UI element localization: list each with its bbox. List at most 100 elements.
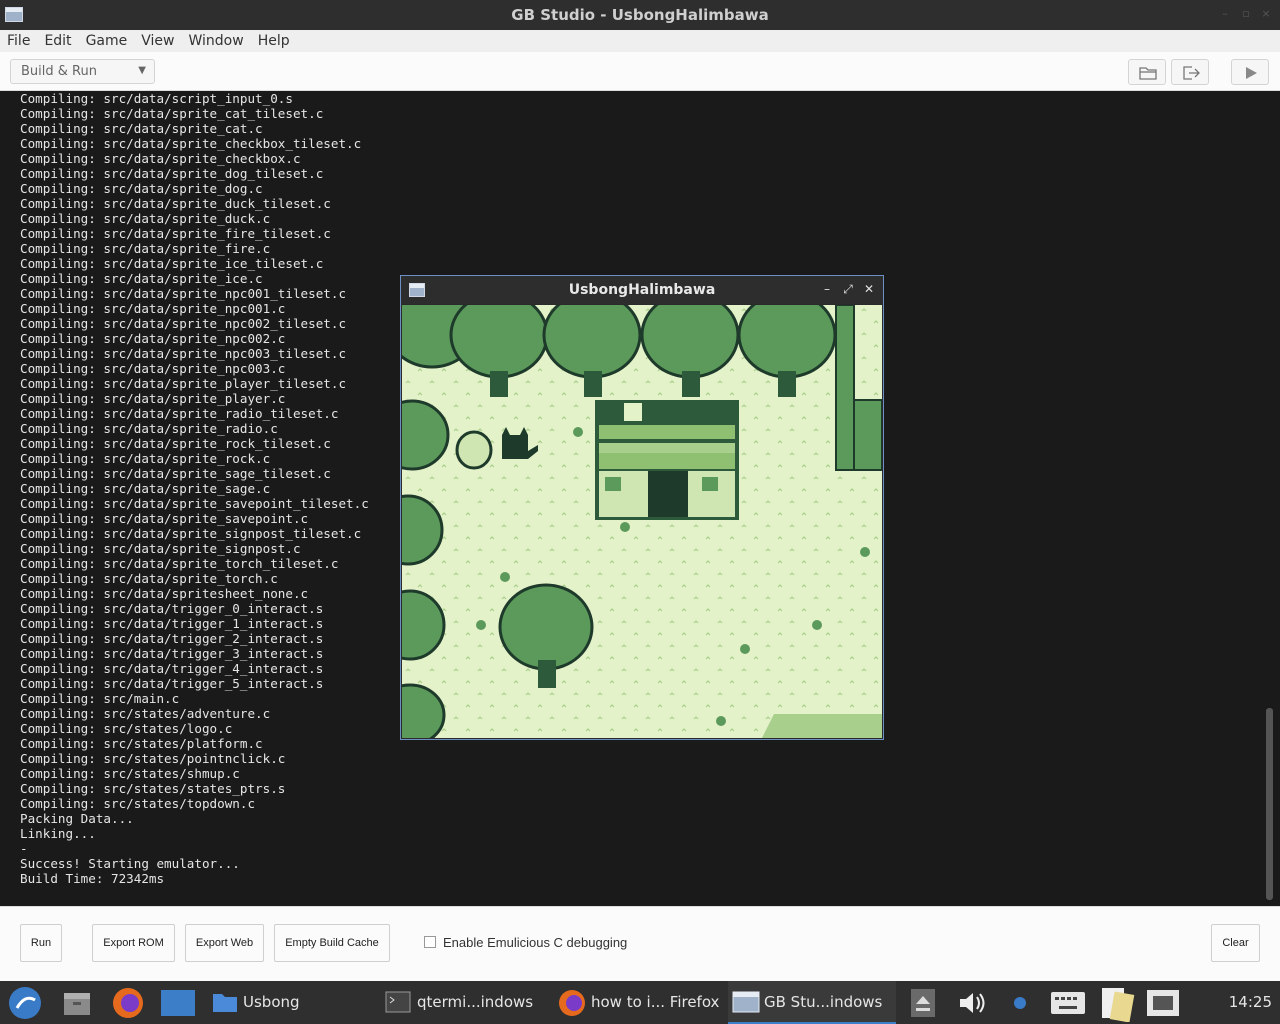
console-line: Compiling: src/data/trigger_1_interact.s: [20, 616, 324, 631]
start-menu-icon[interactable]: [8, 986, 42, 1020]
menu-window[interactable]: Window: [181, 30, 250, 49]
play-button[interactable]: [1231, 59, 1269, 85]
console-line: Compiling: src/data/sprite_radio.c: [20, 421, 278, 436]
taskbar-clock: 14:25: [1228, 993, 1272, 1011]
console-line: Compiling: src/data/sprite_player_tilese…: [20, 376, 347, 391]
console-line: Compiling: src/data/sprite_savepoint_til…: [20, 496, 369, 511]
empty-build-cache-button[interactable]: Empty Build Cache: [274, 924, 390, 962]
game-screen[interactable]: [402, 305, 882, 738]
console-line: Compiling: src/data/sprite_npc003.c: [20, 361, 286, 376]
close-icon[interactable]: ×: [1259, 7, 1273, 21]
taskbar-firefox-label: how to i... Firefox: [591, 993, 720, 1011]
menu-help[interactable]: Help: [251, 30, 297, 49]
firefox-icon[interactable]: [111, 986, 145, 1020]
keyboard-icon[interactable]: [1050, 990, 1086, 1016]
clipboard-icon[interactable]: [1097, 984, 1135, 1022]
chevron-down-icon: ▼: [138, 65, 146, 76]
console-line: Compiling: src/states/platform.c: [20, 736, 263, 751]
emulicious-debug-checkbox[interactable]: [424, 936, 436, 948]
console-line: Compiling: src/states/shmup.c: [20, 766, 240, 781]
window-titlebar: GB Studio - UsbongHalimbawa – ▫ ×: [0, 0, 1280, 30]
console-line: Build Time: 72342ms: [20, 871, 165, 886]
taskbar-item-gbstudio[interactable]: GB Stu...indows: [728, 981, 896, 1024]
console-line: Compiling: src/data/sprite_npc002_tilese…: [20, 316, 347, 331]
console-line: Compiling: src/data/sprite_sage_tileset.…: [20, 466, 331, 481]
console-line: Compiling: src/data/sprite_ice_tileset.c: [20, 256, 324, 271]
open-folder-button[interactable]: [1128, 59, 1166, 85]
console-line: Compiling: src/data/sprite_duck.c: [20, 211, 271, 226]
play-icon: [1246, 67, 1257, 79]
taskbar-gbstudio-label: GB Stu...indows: [764, 993, 883, 1011]
build-mode-label: Build & Run: [21, 64, 97, 79]
console-line: Compiling: src/data/sprite_signpost_tile…: [20, 526, 362, 541]
clear-button[interactable]: Clear: [1211, 924, 1260, 962]
console-line: Compiling: src/data/sprite_duck_tileset.…: [20, 196, 331, 211]
emulator-minimize-icon[interactable]: –: [820, 282, 834, 296]
console-line: -: [20, 841, 28, 856]
emulator-titlebar[interactable]: UsbongHalimbawa – ⤢ ✕: [401, 276, 883, 304]
run-button[interactable]: Run: [20, 924, 62, 962]
minimize-icon[interactable]: –: [1218, 7, 1232, 21]
emulator-title: UsbongHalimbawa: [568, 282, 716, 298]
bottom-panel: Run Export ROM Export Web Empty Build Ca…: [0, 906, 1280, 981]
console-line: Compiling: src/data/trigger_4_interact.s: [20, 661, 324, 676]
console-line: Compiling: src/data/sprite_rock_tileset.…: [20, 436, 331, 451]
console-line: Compiling: src/data/sprite_fire.c: [20, 241, 271, 256]
console-line: Compiling: src/data/sprite_checkbox.c: [20, 151, 301, 166]
taskbar: Usbong qtermi...indows how to i... Firef…: [0, 981, 1280, 1024]
console-line: Compiling: src/states/logo.c: [20, 721, 233, 736]
game-scene: [402, 305, 882, 738]
console-line: Compiling: src/data/sprite_npc002.c: [20, 331, 286, 346]
console-scrollbar[interactable]: [1266, 708, 1273, 900]
emulicious-debug-label: Enable Emulicious C debugging: [443, 935, 628, 950]
archive-icon[interactable]: [61, 987, 93, 1019]
emulator-window[interactable]: UsbongHalimbawa – ⤢ ✕: [400, 275, 884, 740]
console-line: Compiling: src/data/spritesheet_none.c: [20, 586, 309, 601]
console-line: Compiling: src/data/script_input_0.s: [20, 91, 293, 106]
console-line: Compiling: src/data/sprite_checkbox_tile…: [20, 136, 362, 151]
export-rom-button[interactable]: Export ROM: [92, 924, 175, 962]
console-line: Compiling: src/main.c: [20, 691, 180, 706]
desktop-icon[interactable]: [160, 987, 196, 1019]
folder-icon: [1139, 67, 1157, 80]
menu-file[interactable]: File: [0, 30, 37, 49]
console-line: Compiling: src/states/adventure.c: [20, 706, 271, 721]
console-line: Compiling: src/data/sprite_player.c: [20, 391, 286, 406]
console-line: Linking...: [20, 826, 96, 841]
volume-icon[interactable]: [957, 988, 987, 1018]
taskbar-item-terminal[interactable]: qtermi...indows: [383, 981, 543, 1024]
console-line: Compiling: src/data/sprite_ice.c: [20, 271, 263, 286]
console-line: Packing Data...: [20, 811, 134, 826]
network-icon[interactable]: [1145, 988, 1181, 1018]
taskbar-folder-label: Usbong: [243, 993, 300, 1011]
console-line: Compiling: src/data/sprite_torch.c: [20, 571, 278, 586]
console-line: Compiling: src/data/sprite_dog.c: [20, 181, 263, 196]
console-line: Compiling: src/data/sprite_npc001_tilese…: [20, 286, 347, 301]
eject-icon[interactable]: [910, 988, 936, 1018]
console-line: Compiling: src/data/trigger_3_interact.s: [20, 646, 324, 661]
export-button[interactable]: [1171, 59, 1209, 85]
taskbar-item-folder[interactable]: Usbong: [210, 981, 370, 1024]
menu-game[interactable]: Game: [79, 30, 135, 49]
maximize-icon[interactable]: ▫: [1239, 7, 1253, 21]
console-line: Compiling: src/data/sprite_radio_tileset…: [20, 406, 339, 421]
console-output: Compiling: src/data/script_input_0.s Comp…: [20, 91, 369, 886]
build-mode-select[interactable]: Build & Run ▼: [10, 59, 155, 84]
console-line: Compiling: src/data/sprite_cat_tileset.c: [20, 106, 324, 121]
console-line: Compiling: src/data/sprite_signpost.c: [20, 541, 301, 556]
emulator-close-icon[interactable]: ✕: [862, 282, 876, 296]
console-line: Compiling: src/data/sprite_torch_tileset…: [20, 556, 339, 571]
terminal-icon: [385, 991, 411, 1013]
export-web-button[interactable]: Export Web: [185, 924, 264, 962]
folder-icon: [213, 994, 237, 1012]
emulator-maximize-icon[interactable]: ⤢: [841, 282, 855, 296]
taskbar-item-firefox[interactable]: how to i... Firefox: [556, 981, 721, 1024]
menu-edit[interactable]: Edit: [37, 30, 78, 49]
console-line: Compiling: src/data/sprite_npc003_tilese…: [20, 346, 347, 361]
console-line: Compiling: src/data/sprite_sage.c: [20, 481, 271, 496]
bluetooth-icon[interactable]: [1010, 991, 1030, 1015]
console-line: Compiling: src/states/states_ptrs.s: [20, 781, 286, 796]
house: [595, 400, 739, 520]
console-line: Success! Starting emulator...: [20, 856, 240, 871]
menu-view[interactable]: View: [134, 30, 181, 49]
